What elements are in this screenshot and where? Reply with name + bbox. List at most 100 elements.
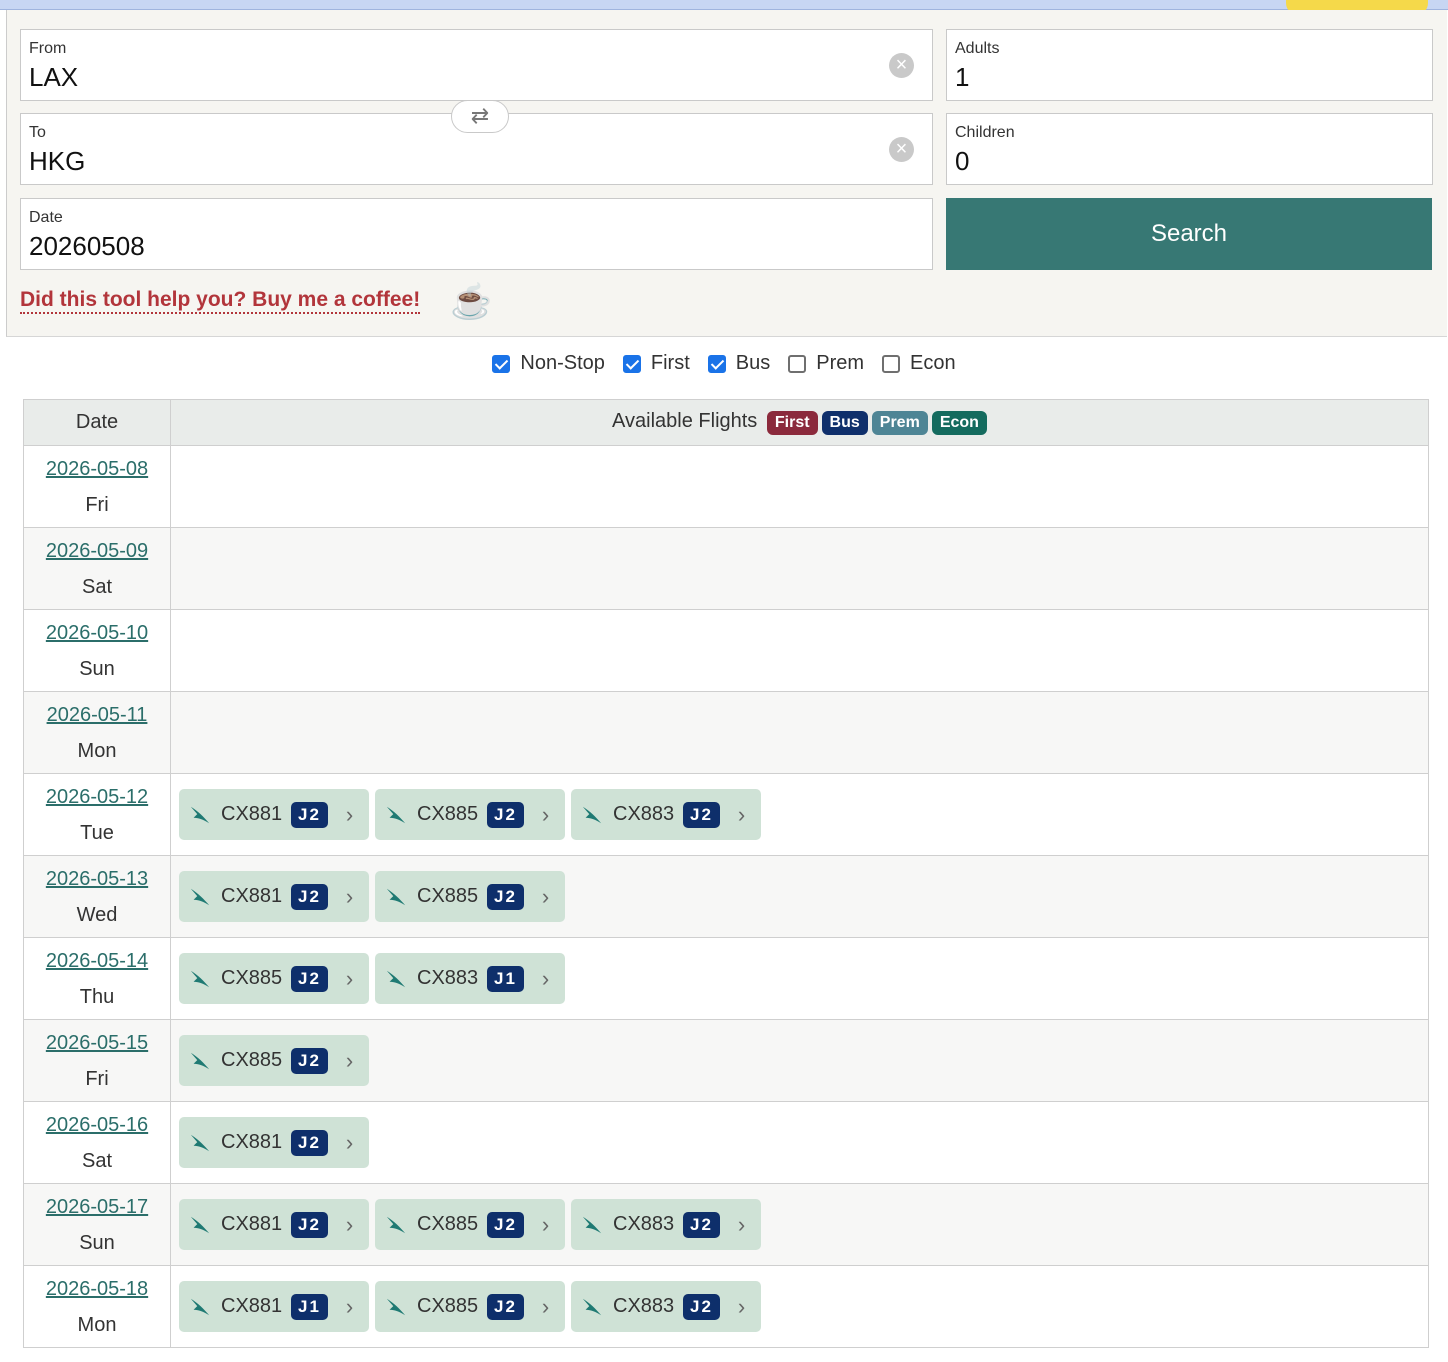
flight-chip[interactable]: CX885 J2 › [375,789,565,840]
flight-number: CX885 [417,1213,479,1235]
flights-cell: CX881 J2 › CX885 J2 › [170,855,1429,938]
date-link[interactable]: 2026-05-16 [24,1107,170,1143]
clear-to-icon[interactable]: × [889,137,914,162]
cathay-logo-icon [581,1296,603,1318]
flight-chip[interactable]: CX885 J2 › [375,1199,565,1250]
chevron-right-icon: › [345,1129,354,1155]
date-value[interactable]: 20260508 [29,231,145,262]
flight-chip[interactable]: CX883 J2 › [571,1281,761,1332]
availability-table: Date Available Flights First Bus Prem Econ … [23,399,1429,1348]
date-link[interactable]: 2026-05-18 [24,1271,170,1307]
date-link[interactable]: 2026-05-13 [24,861,170,897]
date-link[interactable]: 2026-05-12 [24,779,170,815]
flight-number: CX885 [221,967,283,989]
filter-checkbox[interactable] [707,354,726,373]
table-row: 2026-05-16 Sat CX881 J2 › [23,1101,1429,1184]
table-row: 2026-05-09 Sat [23,527,1429,610]
children-field[interactable]: Children 0 [946,113,1433,185]
cathay-logo-icon [385,1214,407,1236]
seat-class-badge: J2 [291,1129,328,1156]
date-link[interactable]: 2026-05-15 [24,1025,170,1061]
date-cell: 2026-05-16 Sat [23,1101,171,1184]
flight-chip[interactable]: CX883 J1 › [375,953,565,1004]
children-value[interactable]: 0 [955,146,969,177]
flight-number: CX883 [613,1295,675,1317]
filter-bus[interactable]: Bus [707,352,770,375]
flight-chip[interactable]: CX885 J2 › [375,871,565,922]
search-button[interactable]: Search [946,198,1432,270]
coffee-cup-icon[interactable]: ☕ [450,282,492,322]
chevron-right-icon: › [345,1047,354,1073]
flight-chip[interactable]: CX885 J2 › [179,953,369,1004]
flight-chip[interactable]: CX881 J2 › [179,871,369,922]
chevron-right-icon: › [541,883,550,909]
flight-chip[interactable]: CX881 J2 › [179,1199,369,1250]
cathay-logo-icon [189,968,211,990]
day-of-week: Mon [77,739,117,762]
flights-cell [170,527,1429,610]
flight-chip[interactable]: CX883 J2 › [571,789,761,840]
filter-checkbox[interactable] [492,354,511,373]
filter-checkbox[interactable] [788,354,807,373]
flight-chip[interactable]: CX881 J2 › [179,1117,369,1168]
adults-field[interactable]: Adults 1 [946,29,1433,101]
seat-class-badge: J2 [291,1047,328,1074]
date-link[interactable]: 2026-05-14 [24,943,170,979]
cathay-logo-icon [385,886,407,908]
clear-from-icon[interactable]: × [889,53,914,78]
filter-econ[interactable]: Econ [882,352,956,375]
date-link[interactable]: 2026-05-17 [24,1189,170,1225]
date-link[interactable]: 2026-05-08 [24,451,170,487]
day-of-week: Tue [80,821,114,844]
flight-chip[interactable]: CX881 J2 › [179,789,369,840]
filter-prem[interactable]: Prem [788,352,864,375]
cathay-logo-icon [189,1296,211,1318]
to-label: To [29,124,46,141]
filter-label: Non-Stop [520,352,605,374]
seat-class-badge: J1 [291,1293,328,1320]
seat-class-badge: J2 [487,801,524,828]
filter-label: Econ [910,352,956,374]
filter-nonstop[interactable]: Non-Stop [492,352,605,375]
date-cell: 2026-05-08 Fri [23,445,171,528]
date-link[interactable]: 2026-05-09 [24,533,170,569]
flight-chip[interactable]: CX881 J1 › [179,1281,369,1332]
swap-route-icon[interactable]: ⇄ [451,100,509,133]
chevron-right-icon: › [345,801,354,827]
chevron-right-icon: › [541,801,550,827]
chevron-right-icon: › [345,965,354,991]
from-field[interactable]: From LAX × [20,29,933,101]
date-cell: 2026-05-10 Sun [23,609,171,692]
chevron-right-icon: › [737,1211,746,1237]
flights-cell: CX881 J1 › CX885 J2 › CX883 J2 › [170,1265,1429,1348]
filter-checkbox[interactable] [882,354,901,373]
buy-coffee-link[interactable]: Did this tool help you? Buy me a coffee! [20,288,421,314]
day-of-week: Fri [85,493,109,516]
cathay-logo-icon [385,804,407,826]
adults-value[interactable]: 1 [955,62,969,93]
filter-checkbox[interactable] [622,354,641,373]
date-field[interactable]: Date 20260508 [20,198,933,270]
day-of-week: Thu [79,985,115,1008]
flight-number: CX883 [417,967,479,989]
to-value[interactable]: HKG [29,146,85,177]
flight-number: CX885 [417,803,479,825]
seat-class-badge: J2 [683,1293,720,1320]
date-link[interactable]: 2026-05-10 [24,615,170,651]
table-row: 2026-05-10 Sun [23,609,1429,692]
day-of-week: Sun [79,657,115,680]
from-value[interactable]: LAX [29,62,78,93]
table-row: 2026-05-11 Mon [23,691,1429,774]
flight-chip[interactable]: CX883 J2 › [571,1199,761,1250]
flight-chip[interactable]: CX885 J2 › [375,1281,565,1332]
date-column-header: Date [23,399,171,446]
flight-chip[interactable]: CX885 J2 › [179,1035,369,1086]
filter-first[interactable]: First [622,352,690,375]
date-link[interactable]: 2026-05-11 [24,697,170,733]
date-cell: 2026-05-11 Mon [23,691,171,774]
day-of-week: Sun [79,1231,115,1254]
flights-cell [170,445,1429,528]
cathay-logo-icon [189,1132,211,1154]
day-of-week: Fri [85,1067,109,1090]
flights-cell: CX885 J2 › CX883 J1 › [170,937,1429,1020]
